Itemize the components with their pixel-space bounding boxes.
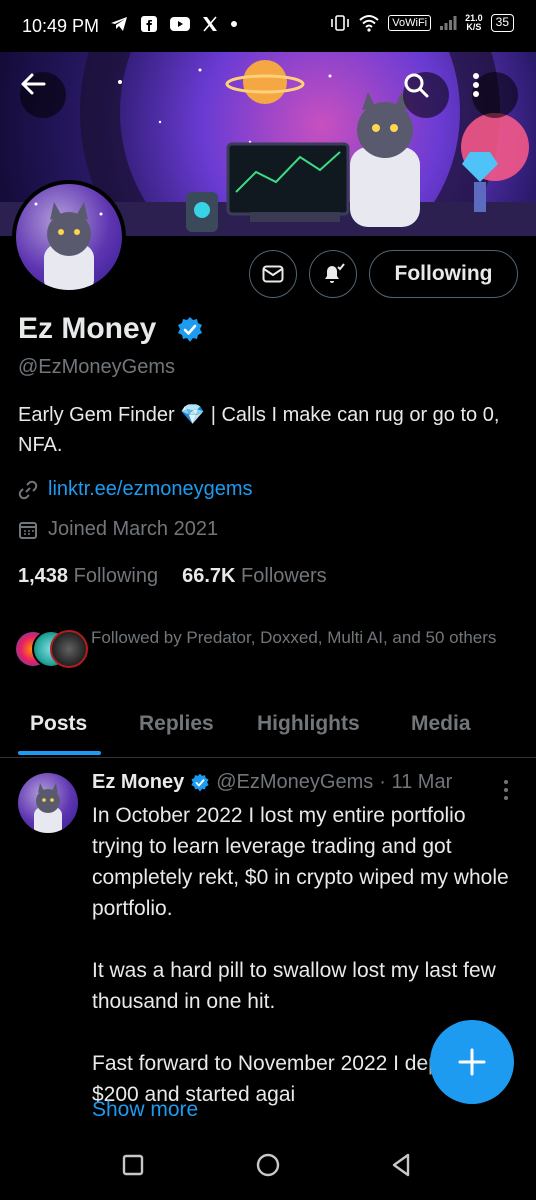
bell-plus-icon	[325, 263, 345, 283]
more-vertical-icon	[473, 73, 479, 97]
following-button[interactable]: Following	[369, 250, 518, 298]
verified-badge-icon	[191, 773, 209, 792]
telegram-icon	[111, 17, 127, 31]
tab-replies[interactable]: Replies	[139, 712, 214, 736]
battery-indicator: 35	[490, 14, 514, 32]
display-name: Ez Money	[18, 312, 157, 345]
followed-by-avatars[interactable]	[14, 630, 88, 670]
facebook-icon	[141, 16, 157, 32]
recents-icon[interactable]	[118, 1150, 148, 1180]
profile-avatar[interactable]	[12, 180, 126, 294]
avatar-illustration	[34, 202, 103, 290]
follower-avatar	[50, 630, 88, 668]
link-icon	[18, 480, 38, 499]
search-button[interactable]	[403, 72, 449, 118]
active-tab-indicator	[18, 751, 101, 755]
post-author-avatar[interactable]	[18, 773, 78, 833]
dot-icon	[231, 21, 237, 27]
search-icon	[404, 73, 429, 98]
followers-label: Followers	[241, 565, 327, 587]
tab-highlights[interactable]: Highlights	[257, 712, 360, 736]
follow-stats: 1,438 Following 66.7K Followers	[18, 565, 327, 588]
calendar-icon	[19, 521, 37, 539]
system-nav-bar	[0, 1126, 536, 1200]
speed-unit: K/S	[466, 22, 482, 32]
status-bar: 10:49 PM VoWiFi 21.0 K/S 35	[0, 0, 536, 52]
profile-link[interactable]: linktr.ee/ezmoneygems	[48, 478, 253, 501]
profile-bio: Early Gem Finder 💎 | Calls I make can ru…	[18, 404, 500, 456]
profile-link-row[interactable]: linktr.ee/ezmoneygems	[18, 478, 253, 501]
user-handle: @EzMoneyGems	[18, 356, 176, 378]
vibrate-icon	[331, 15, 350, 31]
message-button[interactable]	[249, 250, 297, 298]
profile-tabs: Posts Replies Highlights Media	[0, 700, 536, 758]
followed-by-text[interactable]: Followed by Predator, Doxxed, Multi AI, …	[91, 624, 521, 651]
tab-media[interactable]: Media	[411, 712, 471, 736]
post-date: · 11 Mar	[379, 771, 453, 793]
followers-stat[interactable]: 66.7K Followers	[182, 565, 327, 588]
signal-icon	[440, 16, 457, 30]
notification-icons	[110, 15, 238, 33]
notification-button[interactable]	[309, 250, 357, 298]
followers-count: 66.7K	[182, 565, 236, 587]
show-more-link[interactable]: Show more	[92, 1098, 198, 1122]
post-author-handle: @EzMoneyGems	[216, 771, 374, 793]
verified-badge-icon	[178, 317, 202, 342]
joined-row: Joined March 2021	[18, 518, 218, 541]
vowifi-badge: VoWiFi	[388, 15, 432, 31]
compose-button[interactable]	[430, 1020, 514, 1104]
network-speed: 21.0 K/S	[465, 14, 483, 32]
system-indicators: VoWiFi 21.0 K/S 35	[330, 14, 514, 32]
wifi-icon	[359, 15, 379, 32]
joined-date: Joined March 2021	[48, 518, 219, 540]
post-author-name[interactable]: Ez Money	[92, 771, 184, 794]
post-avatar-illustration	[34, 783, 62, 833]
following-stat[interactable]: 1,438 Following	[18, 565, 158, 588]
x-logo-icon	[203, 16, 217, 32]
following-count: 1,438	[18, 565, 69, 587]
home-icon[interactable]	[253, 1150, 283, 1180]
more-options-button[interactable]	[472, 72, 518, 118]
status-time: 10:49 PM	[22, 16, 100, 36]
envelope-icon	[262, 265, 284, 283]
post-more-icon[interactable]	[500, 778, 512, 802]
back-nav-icon[interactable]	[386, 1150, 416, 1180]
following-label: Following	[73, 565, 159, 587]
youtube-icon	[170, 17, 190, 31]
tab-posts[interactable]: Posts	[30, 712, 87, 736]
post-header: Ez Money @EzMoneyGems · 11 Mar	[92, 771, 452, 794]
back-button[interactable]	[20, 72, 66, 118]
plus-icon	[458, 1048, 486, 1076]
arrow-left-icon	[21, 73, 46, 95]
